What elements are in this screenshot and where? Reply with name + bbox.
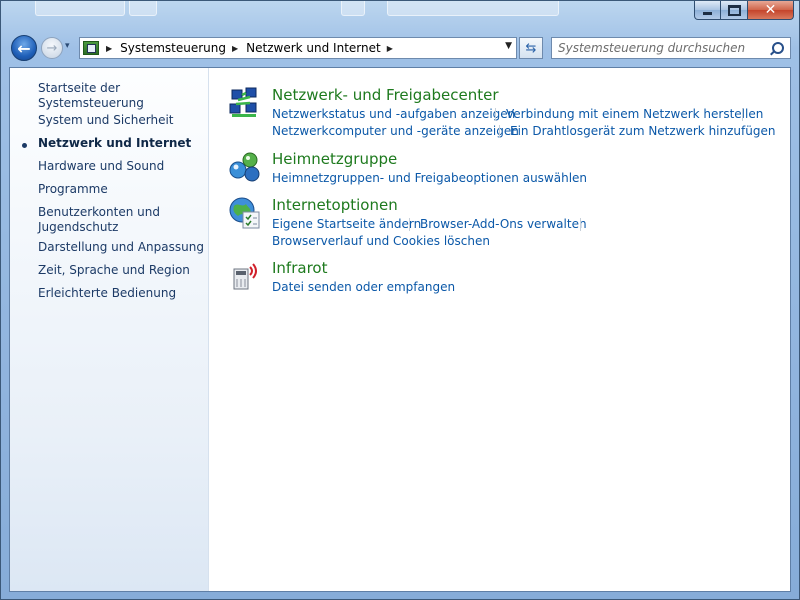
category-title[interactable]: Netzwerk- und Freigabecenter bbox=[272, 86, 499, 104]
sidebar-item-netzwerk-und-internet[interactable]: Netzwerk und Internet bbox=[38, 136, 191, 151]
breadcrumb-separator-icon[interactable]: ▶ bbox=[106, 44, 112, 53]
link-divider bbox=[409, 218, 410, 231]
category-title[interactable]: Heimnetzgruppe bbox=[272, 150, 397, 168]
control-panel-window: ✕ ← → ▾ ▶ Systemsteuerung ▶ Netzwerk und… bbox=[0, 0, 800, 600]
link-network-status[interactable]: Netzwerkstatus und -aufgaben anzeigen bbox=[272, 107, 515, 121]
forward-button[interactable]: → bbox=[41, 37, 63, 59]
category-title[interactable]: Infrarot bbox=[272, 259, 327, 277]
search-icon[interactable] bbox=[772, 42, 784, 54]
link-network-computers[interactable]: Netzwerkcomputer und -geräte anzeigen bbox=[272, 124, 519, 138]
maximize-button[interactable] bbox=[721, 1, 748, 20]
address-bar[interactable]: ▶ Systemsteuerung ▶ Netzwerk und Interne… bbox=[79, 37, 517, 59]
breadcrumb-systemsteuerung[interactable]: Systemsteuerung bbox=[120, 41, 226, 55]
breadcrumb-netzwerk-und-internet[interactable]: Netzwerk und Internet bbox=[246, 41, 381, 55]
sidebar-home-link[interactable]: Startseite der Systemsteuerung bbox=[38, 81, 208, 111]
close-button[interactable]: ✕ bbox=[748, 1, 794, 20]
sidebar-item-darstellung[interactable]: Darstellung und Anpassung bbox=[38, 240, 204, 255]
background-tab bbox=[341, 1, 365, 16]
network-sharing-icon[interactable] bbox=[228, 86, 262, 120]
refresh-button[interactable]: ⇆ bbox=[519, 37, 543, 59]
background-tab bbox=[129, 1, 157, 16]
sidebar-item-benutzerkonten[interactable]: Benutzerkonten und Jugendschutz bbox=[38, 205, 178, 235]
back-arrow-icon: ← bbox=[17, 38, 31, 58]
close-icon: ✕ bbox=[764, 2, 777, 18]
infrared-icon[interactable] bbox=[228, 259, 262, 293]
sidebar-item-programme[interactable]: Programme bbox=[38, 182, 108, 197]
homegroup-icon[interactable] bbox=[228, 150, 262, 184]
background-tab bbox=[387, 1, 559, 16]
back-button[interactable]: ← bbox=[11, 35, 37, 61]
active-bullet-icon bbox=[22, 143, 27, 148]
link-connect-network[interactable]: Verbindung mit einem Netzwerk herstellen bbox=[506, 107, 763, 121]
search-input[interactable]: Systemsteuerung durchsuchen bbox=[551, 37, 791, 59]
search-placeholder: Systemsteuerung durchsuchen bbox=[558, 41, 746, 55]
sidebar-item-system-und-sicherheit[interactable]: System und Sicherheit bbox=[38, 113, 174, 128]
link-add-wireless-device[interactable]: Ein Drahtlosgerät zum Netzwerk hinzufüge… bbox=[510, 124, 775, 138]
maximize-icon bbox=[727, 4, 741, 16]
link-change-homepage[interactable]: Eigene Startseite ändern bbox=[272, 217, 421, 231]
title-bar[interactable]: ✕ bbox=[1, 1, 799, 31]
breadcrumb-separator-icon[interactable]: ▶ bbox=[387, 44, 393, 53]
link-delete-history[interactable]: Browserverlauf und Cookies löschen bbox=[272, 234, 490, 248]
refresh-icon: ⇆ bbox=[525, 40, 537, 56]
sidebar: Startseite der Systemsteuerung System un… bbox=[10, 68, 209, 591]
minimize-button[interactable] bbox=[694, 1, 721, 20]
minimize-icon bbox=[703, 11, 712, 15]
sidebar-item-hardware-und-sound[interactable]: Hardware und Sound bbox=[38, 159, 164, 174]
breadcrumb-separator-icon[interactable]: ▶ bbox=[232, 44, 238, 53]
link-send-receive-file[interactable]: Datei senden oder empfangen bbox=[272, 280, 455, 294]
internet-options-icon[interactable] bbox=[228, 196, 262, 230]
link-manage-addons[interactable]: Browser-Add-Ons verwalten bbox=[420, 217, 587, 231]
link-divider bbox=[495, 108, 496, 121]
forward-arrow-icon: → bbox=[46, 40, 58, 56]
recent-pages-button[interactable]: ▾ bbox=[65, 41, 70, 51]
link-divider bbox=[499, 125, 500, 138]
navigation-bar: ← → ▾ ▶ Systemsteuerung ▶ Netzwerk und I… bbox=[1, 33, 799, 63]
window-controls: ✕ bbox=[694, 1, 794, 20]
main-panel: Netzwerk- und Freigabecenter Netzwerksta… bbox=[210, 68, 790, 591]
category-title[interactable]: Internetoptionen bbox=[272, 196, 398, 214]
sidebar-item-erleichterte-bedienung[interactable]: Erleichterte Bedienung bbox=[38, 286, 176, 301]
sidebar-item-zeit-sprache-region[interactable]: Zeit, Sprache und Region bbox=[38, 263, 190, 278]
link-homegroup-options[interactable]: Heimnetzgruppen- und Freigabeoptionen au… bbox=[272, 171, 587, 185]
control-panel-icon bbox=[83, 41, 99, 55]
content-area: Startseite der Systemsteuerung System un… bbox=[9, 67, 791, 592]
link-divider bbox=[742, 108, 743, 121]
link-divider bbox=[580, 218, 581, 231]
address-dropdown-icon[interactable]: ▼ bbox=[505, 41, 512, 51]
chevron-down-icon: ▾ bbox=[65, 41, 70, 51]
background-tab bbox=[35, 1, 125, 16]
